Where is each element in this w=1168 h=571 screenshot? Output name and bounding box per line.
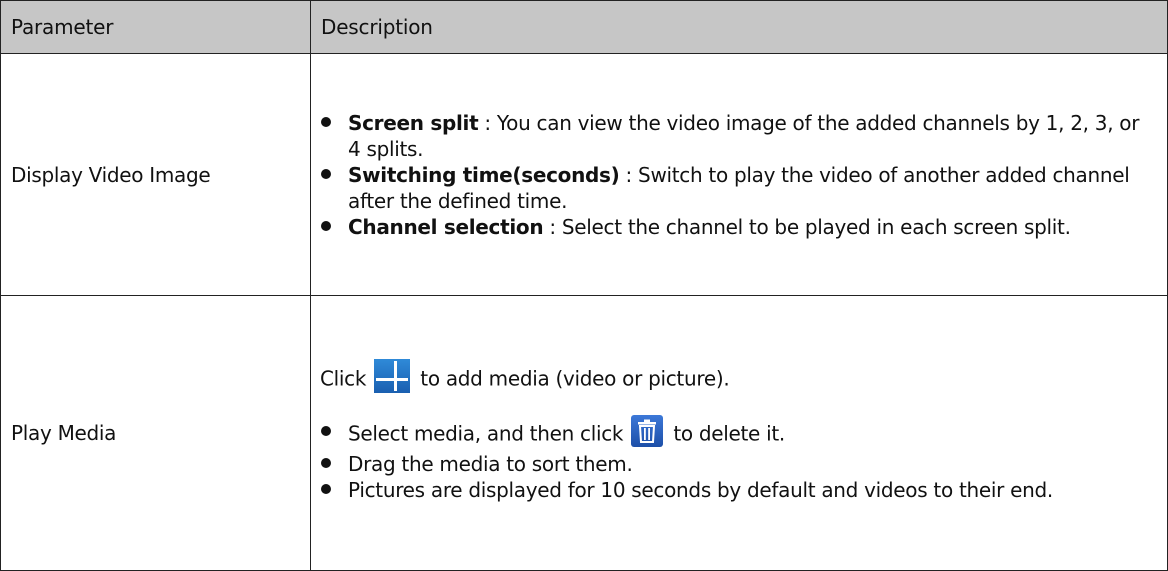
term-description: : Select the channel to be played in eac…: [543, 214, 1071, 239]
header-description: Description: [310, 0, 1168, 54]
trash-icon: [631, 415, 664, 447]
list-item: Pictures are displayed for 10 seconds by…: [320, 477, 1147, 503]
bullet-icon: [321, 484, 331, 494]
table-row: Play Media Click to add media (video or …: [0, 295, 1168, 571]
item-before: Select media, and then click: [348, 421, 624, 446]
parameter-name: Display Video Image: [0, 53, 311, 296]
list-item: Select media, and then click to delete i…: [320, 415, 1147, 451]
bullet-icon: [321, 168, 331, 179]
description-list: Screen split : You can view the video im…: [320, 110, 1147, 240]
table-header-row: Parameter Description: [0, 0, 1168, 54]
term-switching-time: Switching time(seconds): [348, 162, 620, 187]
description-cell: Click to add media (video or picture). S…: [310, 295, 1168, 571]
parameter-name: Play Media: [0, 295, 311, 571]
intro-before: Click: [320, 366, 367, 391]
list-item: Channel selection : Select the channel t…: [320, 214, 1147, 240]
list-item: Screen split : You can view the video im…: [320, 110, 1147, 162]
table-row: Display Video Image Screen split : You c…: [0, 53, 1168, 296]
term-channel-selection: Channel selection: [348, 214, 544, 239]
description-cell: Screen split : You can view the video im…: [310, 53, 1168, 296]
list-item: Switching time(seconds) : Switch to play…: [320, 162, 1147, 214]
parameter-table: Parameter Description Display Video Imag…: [0, 0, 1168, 571]
bullet-icon: [321, 458, 331, 468]
term-screen-split: Screen split: [348, 110, 479, 135]
bullet-icon: [321, 116, 331, 127]
item-text: Drag the media to sort them.: [348, 452, 633, 476]
item-text: Pictures are displayed for 10 seconds by…: [348, 478, 1053, 502]
intro-text: Click to add media (video or picture).: [320, 359, 1147, 397]
list-item: Drag the media to sort them.: [320, 451, 1147, 477]
item-after: to delete it.: [667, 421, 785, 446]
bullet-icon: [321, 220, 331, 231]
plus-icon: [374, 359, 411, 393]
header-parameter: Parameter: [0, 0, 311, 54]
bullet-icon: [321, 426, 331, 436]
intro-after: to add media (video or picture).: [414, 366, 730, 391]
description-list: Select media, and then click to delete i…: [320, 415, 1147, 503]
